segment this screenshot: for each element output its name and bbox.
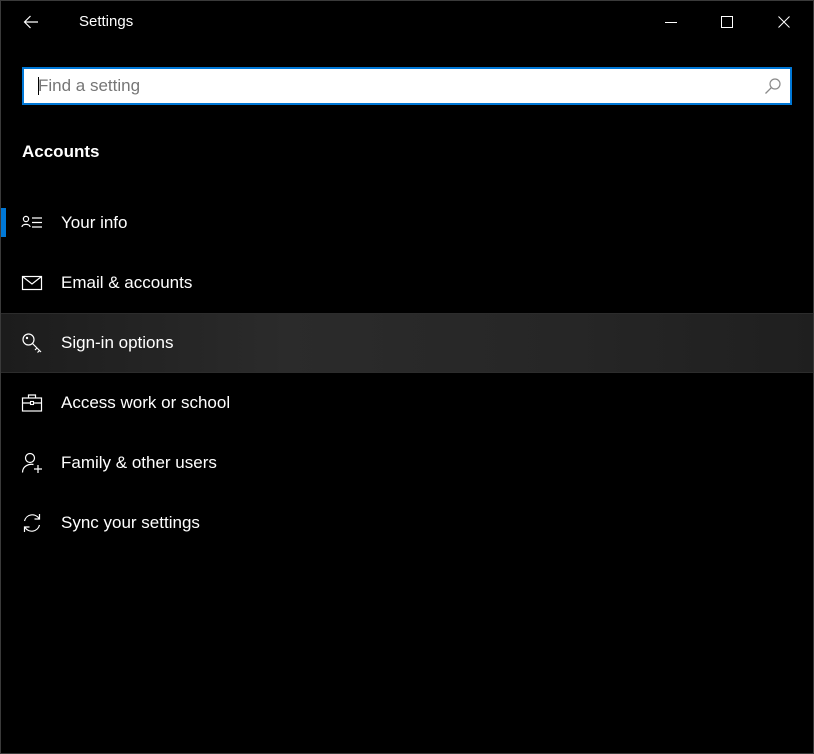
nav-item-label: Family & other users: [61, 453, 217, 472]
nav-item-access-work-school[interactable]: Access work or school: [1, 373, 813, 433]
briefcase-icon: [21, 392, 43, 414]
selected-indicator: [1, 208, 6, 237]
nav-item-label: Access work or school: [61, 393, 231, 412]
section-header: Accounts: [22, 142, 100, 161]
nav-item-label: Your info: [61, 213, 128, 232]
nav-item-label: Sync your settings: [61, 513, 200, 532]
nav-item-sync-settings[interactable]: Sync your settings: [1, 493, 813, 553]
search-icon[interactable]: [764, 77, 782, 95]
add-person-icon: [21, 452, 43, 474]
back-button[interactable]: [1, 1, 61, 43]
close-button[interactable]: [756, 1, 812, 43]
close-icon: [778, 16, 790, 28]
nav-item-label: Email & accounts: [61, 273, 193, 292]
mail-icon: [21, 272, 43, 294]
key-icon: [21, 332, 43, 354]
person-list-icon: [21, 212, 43, 234]
minimize-icon: [665, 16, 677, 28]
search-input[interactable]: [24, 69, 744, 103]
search-box: [22, 67, 792, 105]
sync-icon: [21, 512, 43, 534]
title-bar: Settings: [1, 1, 813, 43]
settings-window: Settings Find a setting Accounts Your in…: [0, 0, 814, 754]
nav-item-family-other-users[interactable]: Family & other users: [1, 433, 813, 493]
back-arrow-icon: [23, 14, 39, 30]
nav-list: Your info Email & accounts Sign-in optio…: [1, 193, 813, 553]
nav-item-label: Sign-in options: [61, 333, 174, 352]
nav-item-email-accounts[interactable]: Email & accounts: [1, 253, 813, 313]
maximize-button[interactable]: [699, 1, 755, 43]
nav-item-your-info[interactable]: Your info: [1, 193, 813, 253]
minimize-button[interactable]: [643, 1, 699, 43]
window-title: Settings: [79, 13, 134, 30]
nav-item-sign-in-options[interactable]: Sign-in options: [1, 313, 813, 373]
maximize-icon: [721, 16, 733, 28]
text-caret: [38, 77, 39, 95]
